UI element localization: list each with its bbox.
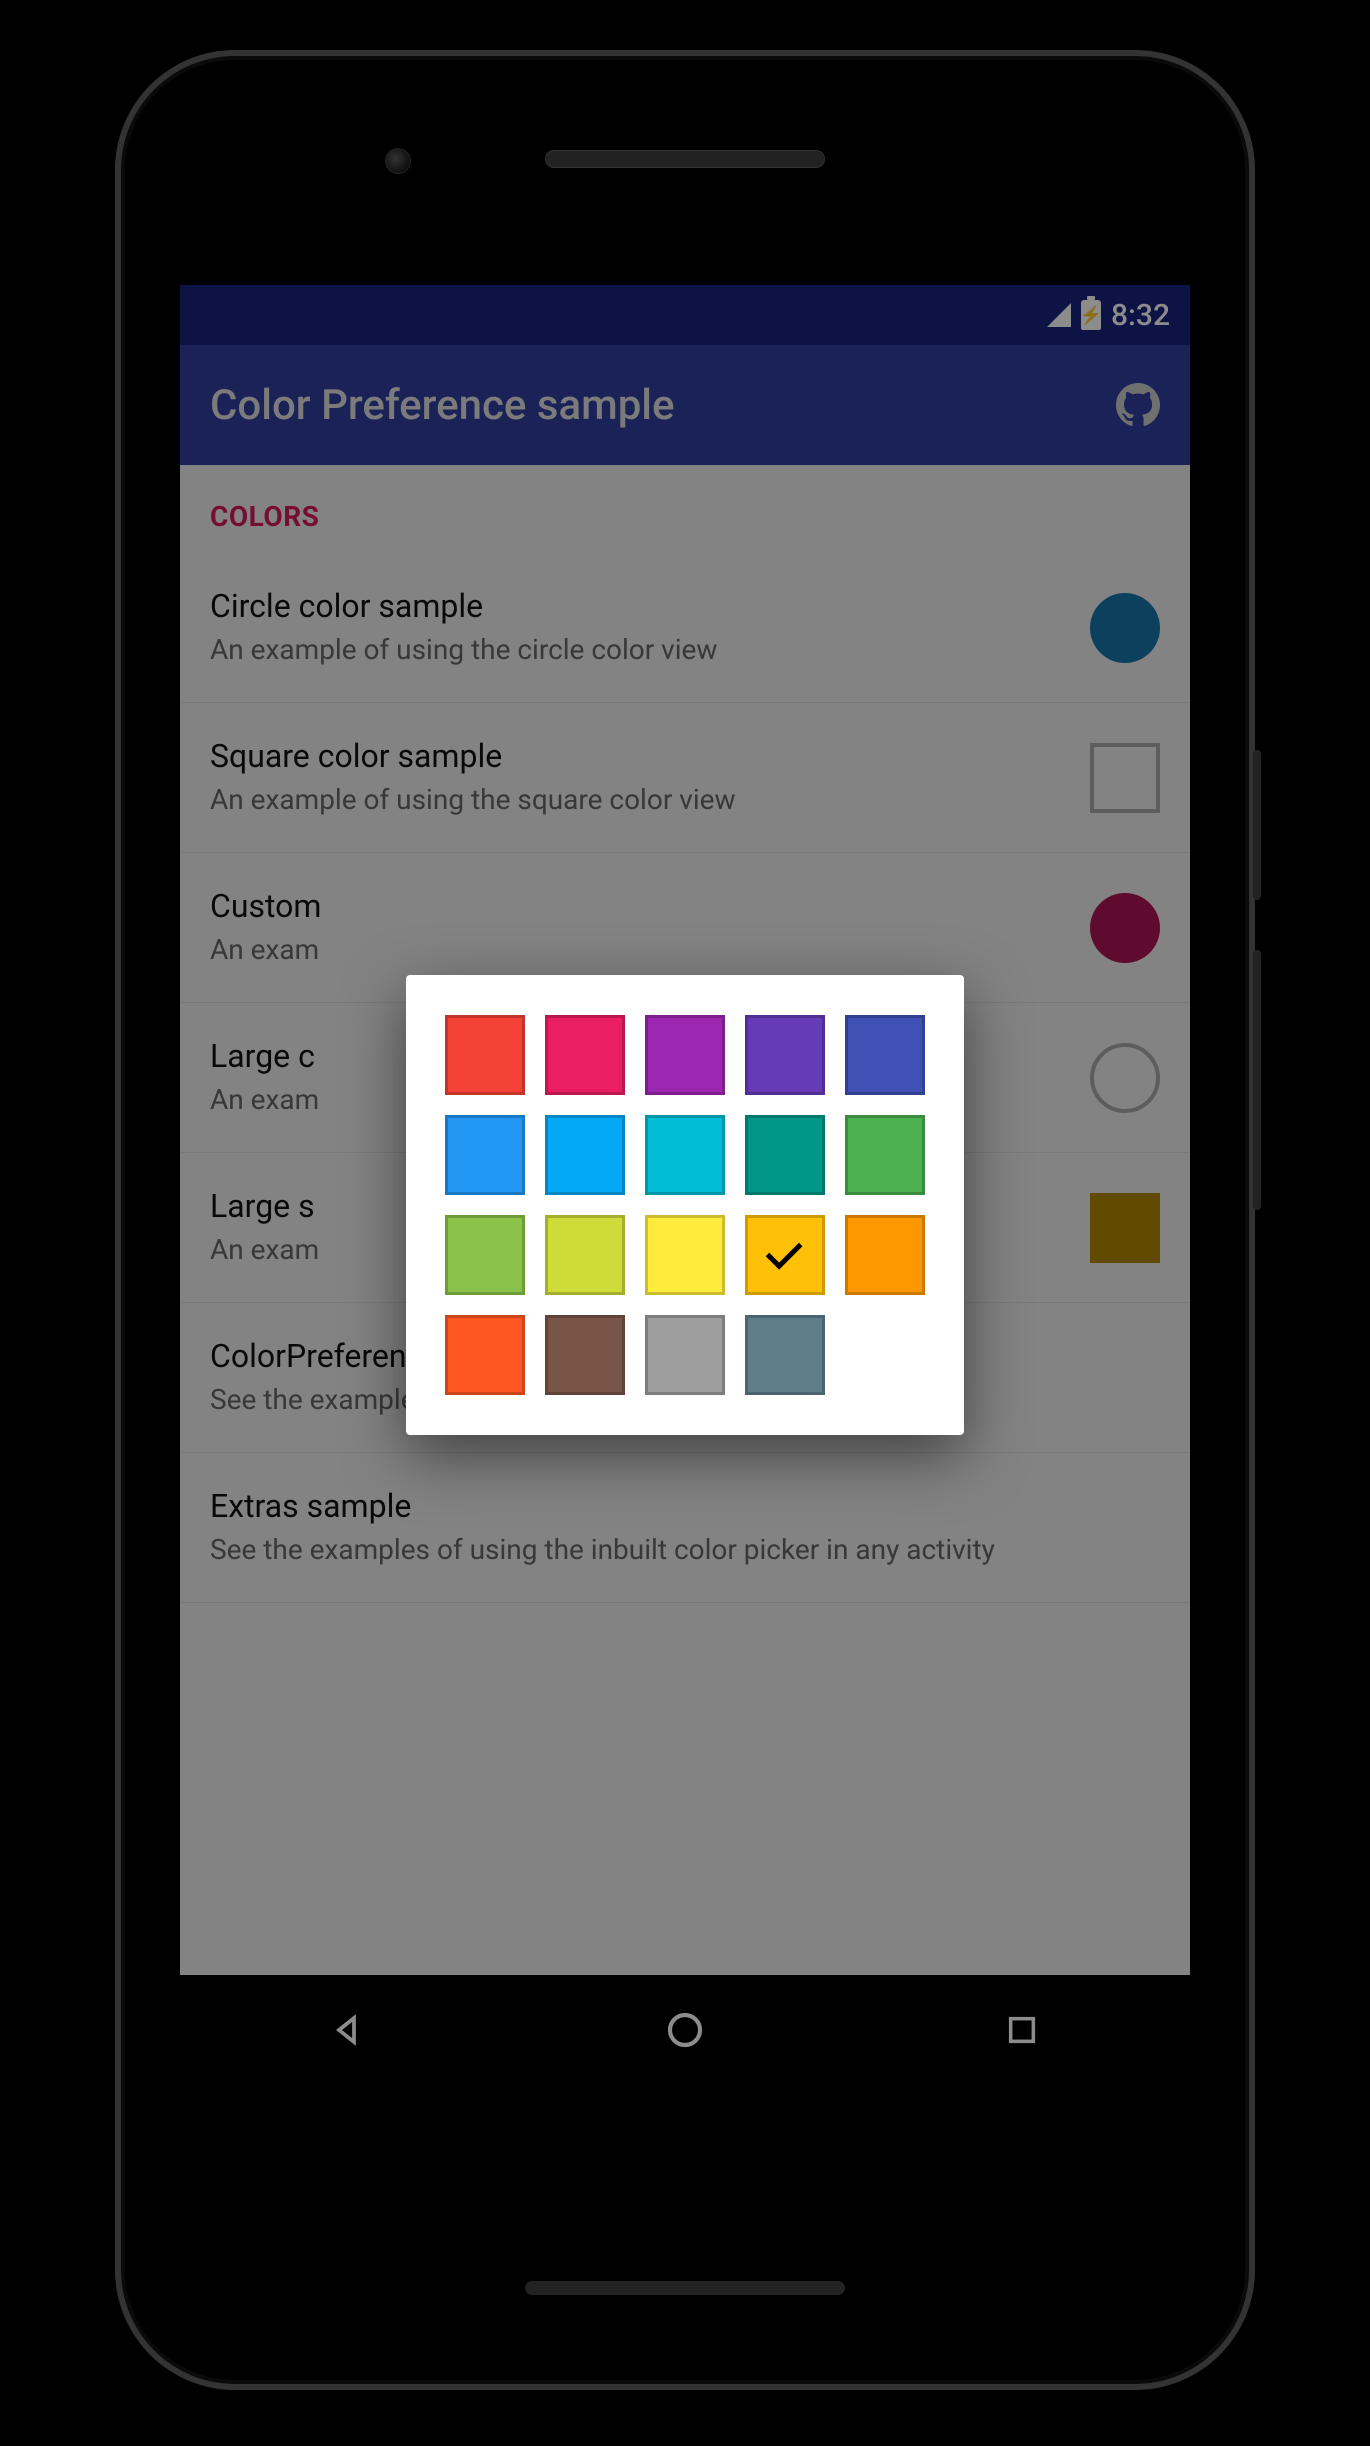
color-swatch[interactable]	[645, 1115, 725, 1195]
earpiece	[545, 150, 825, 168]
volume-button	[1253, 950, 1261, 1210]
phone-frame: ⚡ 8:32 Color Preference sample COLORS Ci…	[115, 50, 1255, 2390]
color-swatch[interactable]	[645, 1215, 725, 1295]
color-swatch[interactable]	[845, 1215, 925, 1295]
front-camera	[385, 148, 411, 174]
color-swatch[interactable]	[445, 1015, 525, 1095]
color-swatch[interactable]	[545, 1015, 625, 1095]
color-swatch[interactable]	[645, 1015, 725, 1095]
color-swatch[interactable]	[745, 1315, 825, 1395]
color-swatch[interactable]	[745, 1015, 825, 1095]
color-swatch[interactable]	[745, 1115, 825, 1195]
color-swatch[interactable]	[545, 1215, 625, 1295]
color-swatch[interactable]	[845, 1015, 925, 1095]
screen: ⚡ 8:32 Color Preference sample COLORS Ci…	[180, 285, 1190, 2085]
color-swatch[interactable]	[845, 1115, 925, 1195]
color-swatch[interactable]	[745, 1215, 825, 1295]
color-swatch[interactable]	[445, 1215, 525, 1295]
color-swatch[interactable]	[445, 1115, 525, 1195]
phone-body: ⚡ 8:32 Color Preference sample COLORS Ci…	[125, 60, 1245, 2380]
color-swatch[interactable]	[545, 1115, 625, 1195]
color-swatch[interactable]	[445, 1315, 525, 1395]
power-button	[1253, 750, 1261, 900]
swatch-grid	[446, 1015, 924, 1395]
color-swatch[interactable]	[645, 1315, 725, 1395]
color-swatch[interactable]	[545, 1315, 625, 1395]
color-picker-dialog	[406, 975, 964, 1435]
speaker	[525, 2281, 845, 2295]
